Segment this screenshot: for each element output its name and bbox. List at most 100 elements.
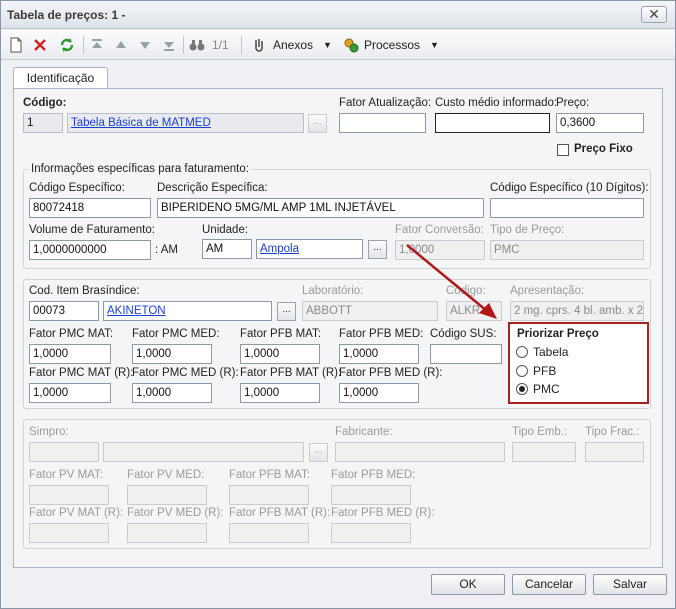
preco-fixo-label: Preço Fixo (574, 143, 633, 155)
codigo-input[interactable]: 1 (23, 113, 63, 133)
anexos-menu[interactable]: Anexos ▼ (251, 36, 332, 54)
first-record-button[interactable] (90, 36, 104, 54)
cod-item-label: Cod. Item Brasíndice: (29, 285, 140, 297)
lookup-icon: ... (282, 304, 291, 315)
refresh-icon (60, 38, 74, 52)
last-record-button[interactable] (162, 36, 176, 54)
simpro-lookup-button[interactable]: ... (309, 443, 328, 462)
radio-button[interactable] (516, 365, 528, 377)
prev-record-button[interactable] (114, 36, 128, 54)
fator-pv-med-label: Fator PV MED: (127, 469, 205, 481)
window-title: Tabela de preços: 1 - (7, 8, 126, 22)
tipo-preco-input: PMC (490, 240, 644, 260)
cod-item-input[interactable]: 00073 (29, 301, 99, 321)
fator-pmc-med-label: Fator PMC MED: (132, 328, 220, 340)
unidade-code-input[interactable]: AM (202, 239, 252, 259)
preco-fixo-checkbox[interactable] (557, 144, 569, 156)
codigo-especifico-input[interactable]: 80072418 (29, 198, 151, 218)
fator-pfb-mat-simpro-label: Fator PFB MAT: (229, 469, 310, 481)
toolbar-separator (183, 36, 184, 54)
new-button[interactable] (9, 36, 23, 54)
radio-button[interactable] (516, 346, 528, 358)
tipo-preco-label: Tipo de Preço: (490, 224, 565, 236)
first-icon (92, 39, 102, 48)
codigo-desc-link[interactable]: Tabela Básica de MATMED (67, 113, 304, 133)
toolbar: 1/1 Anexos ▼ Processos ▼ (1, 30, 675, 60)
close-button[interactable]: ✕ (641, 6, 667, 23)
descricao-especifica-input[interactable]: BIPERIDENO 5MG/ML AMP 1ML INJETÁVEL (157, 198, 484, 218)
fator-pfb-med-simpro-label: Fator PFB MED: (331, 469, 416, 481)
codigo-lookup-button[interactable]: ... (308, 114, 327, 133)
priorizar-preco-box: Priorizar Preço Tabela PFB PMC (508, 322, 649, 404)
title-bar: Tabela de preços: 1 - ✕ (1, 1, 675, 29)
custo-medio-label: Custo médio informado: (435, 97, 558, 109)
fator-pfb-med-input[interactable]: 1,0000 (339, 344, 419, 364)
unidade-label: Unidade: (202, 224, 249, 236)
codigo-sus-input[interactable] (430, 344, 502, 364)
fator-pfb-mat-label: Fator PFB MAT: (240, 328, 321, 340)
fator-pv-med-r-label: Fator PV MED (R): (127, 507, 224, 519)
refresh-button[interactable] (59, 36, 75, 54)
tab-identificacao[interactable]: Identificação (13, 67, 108, 89)
processos-menu[interactable]: Processos ▼ (343, 36, 439, 54)
cancel-button[interactable]: Cancelar (512, 574, 586, 595)
volume-input[interactable]: 1,0000000000 (29, 240, 151, 260)
fator-pfb-mat-input[interactable]: 1,0000 (240, 344, 320, 364)
preco-input[interactable]: 0,3600 (556, 113, 644, 133)
save-button[interactable]: Salvar (593, 574, 667, 595)
option-label: Tabela (533, 345, 569, 359)
prev-icon (116, 41, 126, 48)
annotation-arrow-icon (406, 244, 497, 319)
last-icon (164, 42, 174, 51)
radio-button-selected[interactable] (516, 383, 528, 395)
anexos-label: Anexos (273, 38, 314, 52)
laboratorio-label: Laboratório: (302, 285, 364, 297)
tipo-emb-input (512, 442, 576, 462)
tipo-frac-label: Tipo Frac.: (585, 426, 640, 438)
fator-pmc-mat-input[interactable]: 1,0000 (29, 344, 111, 364)
priorizar-option-pmc[interactable]: PMC (516, 382, 560, 396)
delete-icon (34, 39, 46, 51)
unidade-desc-link[interactable]: Ampola (256, 239, 363, 259)
tipo-emb-label: Tipo Emb.: (512, 426, 568, 438)
priorizar-option-pfb[interactable]: PFB (516, 364, 556, 378)
preco-label: Preço: (556, 97, 590, 109)
price-table-window: Tabela de preços: 1 - ✕ 1/1 Anexos ▼ Pro… (0, 0, 676, 609)
fator-conversao-label: Fator Conversão: (395, 224, 484, 236)
codigo-10-input[interactable] (490, 198, 644, 218)
fator-pfb-med-r-label: Fator PFB MED (R): (339, 367, 443, 379)
fator-pv-mat-r-input (29, 523, 109, 543)
fator-pfb-mat-r-label: Fator PFB MAT (R): (240, 367, 342, 379)
fator-pv-mat-input (29, 485, 109, 505)
delete-button[interactable] (33, 36, 47, 54)
fator-pv-med-r-input (127, 523, 207, 543)
ok-button[interactable]: OK (431, 574, 505, 595)
cod-item-desc-link[interactable]: AKINETON (103, 301, 272, 321)
apresentacao-input: 2 mg. cprs. 4 bl. amb. x 20 (510, 301, 644, 321)
fator-pfb-mat-r-simpro-label: Fator PFB MAT (R): (229, 507, 331, 519)
fator-atualizacao-input[interactable] (339, 113, 426, 133)
next-record-button[interactable] (138, 36, 152, 54)
fator-pfb-mat-r-simpro-input (229, 523, 309, 543)
find-icon (189, 40, 205, 51)
priorizar-option-tabela[interactable]: Tabela (516, 345, 568, 359)
fator-pv-mat-r-label: Fator PV MAT (R): (29, 507, 124, 519)
fator-pmc-mat-label: Fator PMC MAT: (29, 328, 114, 340)
fator-pfb-med-r-input[interactable]: 1,0000 (339, 383, 419, 403)
fator-pmc-mat-r-input[interactable]: 1,0000 (29, 383, 111, 403)
cod-item-lookup-button[interactable]: ... (277, 302, 296, 321)
custo-medio-input[interactable] (435, 113, 550, 133)
toolbar-separator (241, 36, 242, 54)
processos-label: Processos (364, 38, 421, 52)
fator-pfb-mat-r-input[interactable]: 1,0000 (240, 383, 320, 403)
simpro-code-input (29, 442, 99, 462)
fator-atualizacao-label: Fator Atualização: (339, 97, 432, 109)
unidade-lookup-button[interactable]: ... (368, 240, 387, 259)
volume-suffix: : AM (155, 244, 179, 256)
fator-pmc-med-input[interactable]: 1,0000 (132, 344, 212, 364)
lookup-icon: ... (313, 116, 322, 127)
fator-pmc-med-r-input[interactable]: 1,0000 (132, 383, 212, 403)
find-button[interactable] (189, 36, 205, 54)
fator-pfb-med-simpro-input (331, 485, 411, 505)
lookup-icon: ... (314, 445, 323, 456)
